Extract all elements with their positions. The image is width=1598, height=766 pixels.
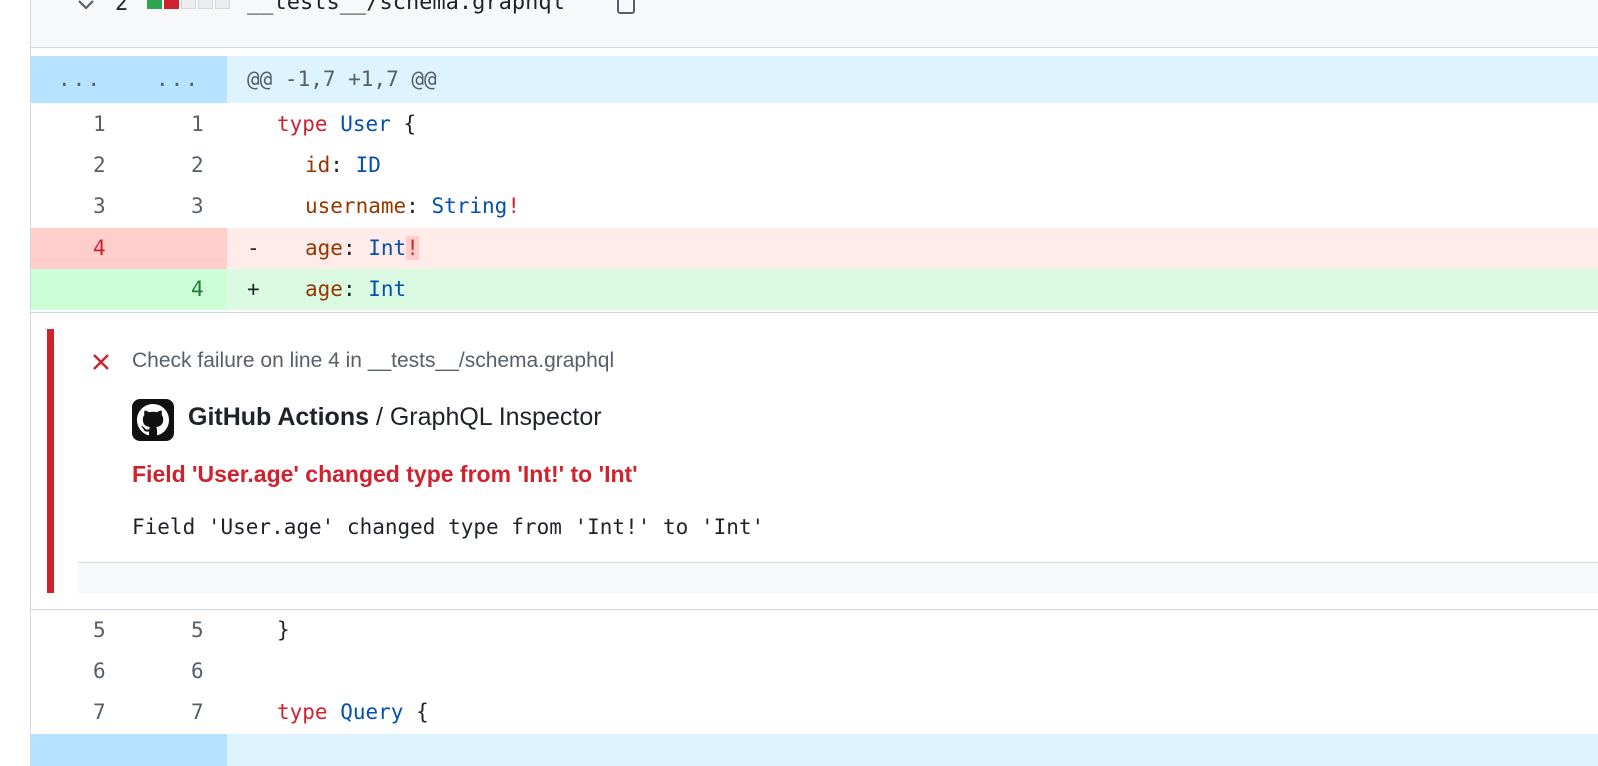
expand-up-button[interactable]: ...: [31, 56, 129, 103]
annotation-message-body: Field 'User.age' changed type from 'Int!…: [132, 515, 765, 539]
diff-line: 5 5 }: [31, 610, 1598, 651]
annotation-source: GitHub Actions / GraphQL Inspector: [188, 403, 602, 432]
diff-line: 2 2 id: ID: [31, 145, 1598, 186]
colon: :: [342, 277, 356, 301]
file-header: 2 __tests__/schema.graphql: [31, 0, 1598, 48]
diffstat-block-added: [147, 0, 162, 9]
hunk-header-row: ... ... @@ -1,7 +1,7 @@: [31, 56, 1598, 103]
code-line: username: String!: [305, 186, 520, 227]
removed-bang-highlight: !: [406, 236, 419, 260]
source-check-name: GraphQL Inspector: [389, 403, 602, 431]
diff-line: 6 6: [31, 651, 1598, 692]
old-line-number[interactable]: 5: [31, 610, 129, 651]
github-logo-icon: [132, 399, 174, 441]
old-line-number[interactable]: 1: [31, 104, 129, 145]
chevron-down-icon[interactable]: [75, 0, 97, 16]
code-line: age: Int: [305, 269, 406, 310]
new-line-number[interactable]: 2: [129, 145, 227, 186]
new-line-number[interactable]: 6: [129, 651, 227, 692]
file-path-link[interactable]: __tests__/schema.graphql: [247, 0, 565, 15]
diffstat: [147, 0, 230, 9]
brace: {: [403, 112, 417, 136]
brace: {: [416, 700, 429, 724]
check-annotation: Check failure on line 4 in __tests__/sch…: [31, 312, 1598, 610]
type-name: ID: [355, 153, 381, 177]
annotation-title: Check failure on line 4 in __tests__/sch…: [132, 349, 615, 372]
diff-line: 1 1 type User {: [31, 104, 1598, 145]
code-line: id: ID: [305, 145, 381, 186]
expand-down-button[interactable]: [31, 734, 227, 766]
type-name: Int: [368, 277, 407, 301]
new-line-number[interactable]: [129, 228, 227, 269]
new-line-number[interactable]: 5: [129, 610, 227, 651]
brace: }: [277, 618, 290, 642]
field-name: username: [305, 194, 407, 218]
non-null-bang: !: [507, 194, 520, 218]
new-line-number[interactable]: 7: [129, 692, 227, 733]
colon: :: [330, 153, 343, 177]
deletion-marker: -: [247, 236, 260, 260]
source-app-link[interactable]: GitHub Actions: [188, 403, 369, 431]
hunk-expander-row: [31, 734, 1598, 766]
hunk-header-text: @@ -1,7 +1,7 @@: [247, 67, 437, 91]
code-line: type User {: [277, 104, 416, 145]
diff-file-panel: 2 __tests__/schema.graphql ... ... @@ -1…: [30, 0, 1598, 766]
keyword: type: [277, 700, 328, 724]
field-name: age: [305, 236, 343, 260]
diff-line-deleted: 4 - age: Int!: [31, 228, 1598, 269]
annotation-footer: [78, 562, 1598, 593]
type-name: String: [431, 194, 508, 218]
old-line-number[interactable]: 6: [31, 651, 129, 692]
colon: :: [406, 194, 419, 218]
old-line-number[interactable]: 4: [31, 228, 129, 269]
source-separator: /: [369, 403, 390, 431]
diff-line-added: 4 + age: Int: [31, 269, 1598, 310]
old-line-number[interactable]: [31, 269, 129, 310]
left-gutter-strip: [0, 0, 30, 766]
old-line-number[interactable]: 2: [31, 145, 129, 186]
old-line-number[interactable]: 3: [31, 186, 129, 227]
diffstat-block-deleted: [164, 0, 179, 9]
new-line-number[interactable]: 3: [129, 186, 227, 227]
type-name: User: [340, 112, 391, 136]
code-line: }: [277, 610, 290, 651]
copy-icon[interactable]: [615, 0, 637, 16]
diff-line: 7 7 type Query {: [31, 692, 1598, 733]
new-line-number[interactable]: 4: [129, 269, 227, 310]
old-line-number[interactable]: 7: [31, 692, 129, 733]
diffstat-block-neutral: [198, 0, 213, 9]
colon: :: [342, 236, 356, 260]
annotation-message-title: Field 'User.age' changed type from 'Int!…: [132, 461, 638, 487]
type-name: Query: [340, 700, 404, 724]
diffstat-block-neutral: [181, 0, 196, 9]
new-line-number[interactable]: 1: [129, 104, 227, 145]
changes-count: 2: [115, 0, 129, 16]
annotation-box: Check failure on line 4 in __tests__/sch…: [47, 329, 1598, 593]
code-line: type Query {: [277, 692, 429, 733]
code-line: age: Int!: [305, 228, 419, 269]
expand-down-button[interactable]: ...: [129, 56, 227, 103]
diffstat-block-neutral: [215, 0, 230, 9]
keyword: type: [277, 112, 328, 136]
field-name: age: [305, 277, 343, 301]
type-name: Int: [368, 236, 407, 260]
x-failure-icon: [93, 354, 109, 370]
addition-marker: +: [247, 277, 260, 301]
field-name: id: [305, 153, 331, 177]
diff-line: 3 3 username: String!: [31, 186, 1598, 227]
